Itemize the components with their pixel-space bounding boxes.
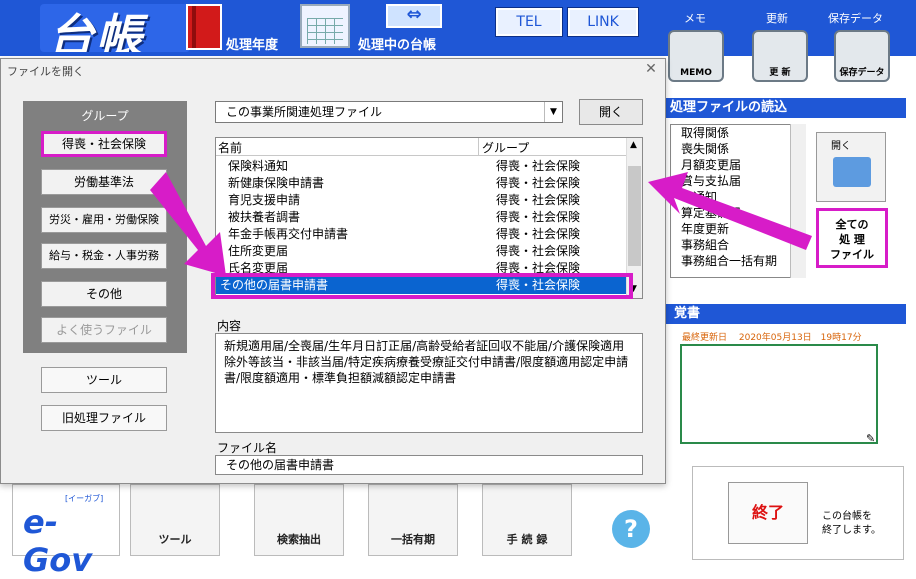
year-book-icon[interactable]	[186, 4, 222, 50]
filename-label: ファイル名	[217, 441, 278, 455]
scroll-up-icon[interactable]: ▲	[630, 140, 637, 150]
group-button-payroll[interactable]: 給与・税金・人事労務	[41, 243, 167, 269]
memo-last-updated: 最終更新日 2020年05月13日 19時17分	[682, 333, 862, 343]
update-icon-label: 更 新	[769, 68, 791, 78]
group-button-favorites: よく使うファイル	[41, 317, 167, 343]
table-row[interactable]: 保険料通知 得喪・社会保険	[216, 158, 626, 175]
list-item[interactable]: 年度更新	[671, 221, 805, 237]
egov-label: e-Gov	[23, 503, 93, 579]
file-scope-value: この事業所関連処理ファイル	[226, 105, 383, 119]
ledger-grid-icon[interactable]	[300, 4, 350, 48]
logo-text: 台帳	[48, 9, 144, 52]
group-panel: グループ 得喪・社会保険 労働基準法 労災・雇用・労働保険 給与・税金・人事労務…	[23, 101, 187, 353]
memo-caption: メモ	[684, 12, 706, 25]
row-group: 得喪・社会保険	[496, 210, 581, 224]
ikkatsu-label: 一括有期	[391, 533, 435, 546]
memo-icon[interactable]: MEMO	[668, 30, 724, 82]
help-icon[interactable]: ?	[612, 510, 650, 548]
row-name: 年金手帳再交付申請書	[228, 227, 349, 241]
row-name: 被扶養者調書	[228, 210, 301, 224]
open-folder-button[interactable]: 開く	[816, 132, 886, 202]
list-item[interactable]: 取得関係	[671, 125, 805, 141]
egov-button[interactable]: [イーガブ] e-Gov	[12, 484, 120, 579]
tel-button[interactable]: TEL	[495, 7, 563, 37]
group-button-labor-standards[interactable]: 労働基準法	[41, 169, 167, 195]
memo-icon-label: MEMO	[680, 68, 712, 78]
memo-textarea[interactable]	[680, 344, 878, 444]
table-row[interactable]: 新健康保険申請書 得喪・社会保険	[216, 175, 626, 192]
open-button[interactable]: 開く	[579, 99, 643, 125]
memo-header: 覚書	[666, 304, 906, 324]
eraser-icon[interactable]: ✎	[866, 432, 875, 445]
column-header-name[interactable]: 名前	[218, 139, 242, 156]
list-item[interactable]: 事務組合一括有期	[671, 253, 805, 269]
left-right-arrow-icon[interactable]: ⇔	[386, 4, 442, 28]
list-item[interactable]: …通知	[671, 189, 805, 205]
update-caption: 更新	[766, 12, 788, 25]
scroll-thumb[interactable]	[628, 166, 641, 266]
content-label: 内容	[217, 319, 242, 333]
list-item[interactable]: 喪失関係	[671, 141, 805, 157]
open-file-dialog: ファイルを開く ✕ グループ 得喪・社会保険 労働基準法 労災・雇用・労働保険 …	[0, 58, 666, 484]
backup-icon-label: 保存データ	[839, 68, 885, 78]
folder-icon	[833, 157, 871, 187]
open-folder-label: 開く	[831, 141, 851, 152]
old-files-button[interactable]: 旧処理ファイル	[41, 405, 167, 431]
group-button-labor-insurance[interactable]: 労災・雇用・労働保険	[41, 207, 167, 233]
dialog-title: ファイルを開く	[7, 65, 84, 78]
close-icon[interactable]: ✕	[641, 59, 661, 79]
row-group: 得喪・社会保険	[496, 176, 581, 190]
table-row[interactable]: 育児支援申請 得喪・社会保険	[216, 192, 626, 209]
backup-caption: 保存データ	[828, 12, 883, 25]
row-group: 得喪・社会保険	[496, 193, 581, 207]
chevron-down-icon[interactable]: ▼	[544, 102, 562, 122]
exit-button[interactable]: 終了	[728, 482, 808, 544]
all-files-button[interactable]: 全ての 処 理 ファイル	[816, 208, 888, 268]
list-item[interactable]: 月額変更届	[671, 157, 805, 173]
procedure-record-button[interactable]: 手 続 録	[482, 484, 572, 556]
table-row[interactable]: 住所変更届 得喪・社会保険	[216, 243, 626, 260]
list-item[interactable]: 事務組合	[671, 237, 805, 253]
table-row[interactable]: 年金手帳再交付申請書 得喪・社会保険	[216, 226, 626, 243]
group-button-social-insurance[interactable]: 得喪・社会保険	[41, 131, 167, 157]
exit-description: この台帳を 終了します。	[822, 511, 881, 536]
ledger-label: 処理中の台帳	[358, 38, 437, 53]
column-header-group[interactable]: グループ	[482, 139, 529, 156]
selection-highlight	[211, 273, 633, 299]
file-scope-select[interactable]: この事業所関連処理ファイル ▼	[215, 101, 563, 123]
tool-dialog-button[interactable]: ツール	[41, 367, 167, 393]
file-list-header: 名前 グループ	[216, 138, 626, 156]
read-files-header: 処理ファイルの読込	[666, 98, 906, 118]
tool-button[interactable]: ツール	[130, 484, 220, 556]
content-textbox[interactable]: 新規適用届/全喪届/生年月日訂正届/高齢受給者証回収不能届/介護保険適用除外等該…	[215, 333, 643, 433]
filename-field[interactable]: その他の届書申請書	[215, 455, 643, 475]
list-item[interactable]: 賞与支払届	[671, 173, 805, 189]
row-group: 得喪・社会保険	[496, 159, 581, 173]
procedure-label: 手 続 録	[506, 533, 548, 546]
group-title: グループ	[81, 109, 129, 123]
row-name: 新健康保険申請書	[228, 176, 325, 190]
row-group: 得喪・社会保険	[496, 244, 581, 258]
row-group: 得喪・社会保険	[496, 227, 581, 241]
year-label: 処理年度	[226, 38, 279, 53]
group-button-other[interactable]: その他	[41, 281, 167, 307]
row-name: 育児支援申請	[228, 193, 301, 207]
table-row[interactable]: 被扶養者調書 得喪・社会保険	[216, 209, 626, 226]
update-new-icon[interactable]: 更 新	[752, 30, 808, 82]
ikkatsu-button[interactable]: 一括有期	[368, 484, 458, 556]
search-extract-button[interactable]: 検索抽出	[254, 484, 344, 556]
row-name: 保険料通知	[228, 159, 289, 173]
row-name: 住所変更届	[228, 244, 289, 258]
backup-data-icon[interactable]: 保存データ	[834, 30, 890, 82]
search-label: 検索抽出	[277, 533, 321, 546]
read-files-list[interactable]: 取得関係 喪失関係 月額変更届 賞与支払届 …通知 算定基礎届 年度更新 事務組…	[670, 124, 806, 278]
app-logo: 台帳	[40, 4, 190, 52]
link-button[interactable]: LINK	[567, 7, 639, 37]
list-item[interactable]: 算定基礎届	[671, 205, 805, 221]
tool-label: ツール	[158, 533, 192, 546]
read-list-scrollbar[interactable]	[790, 124, 806, 278]
